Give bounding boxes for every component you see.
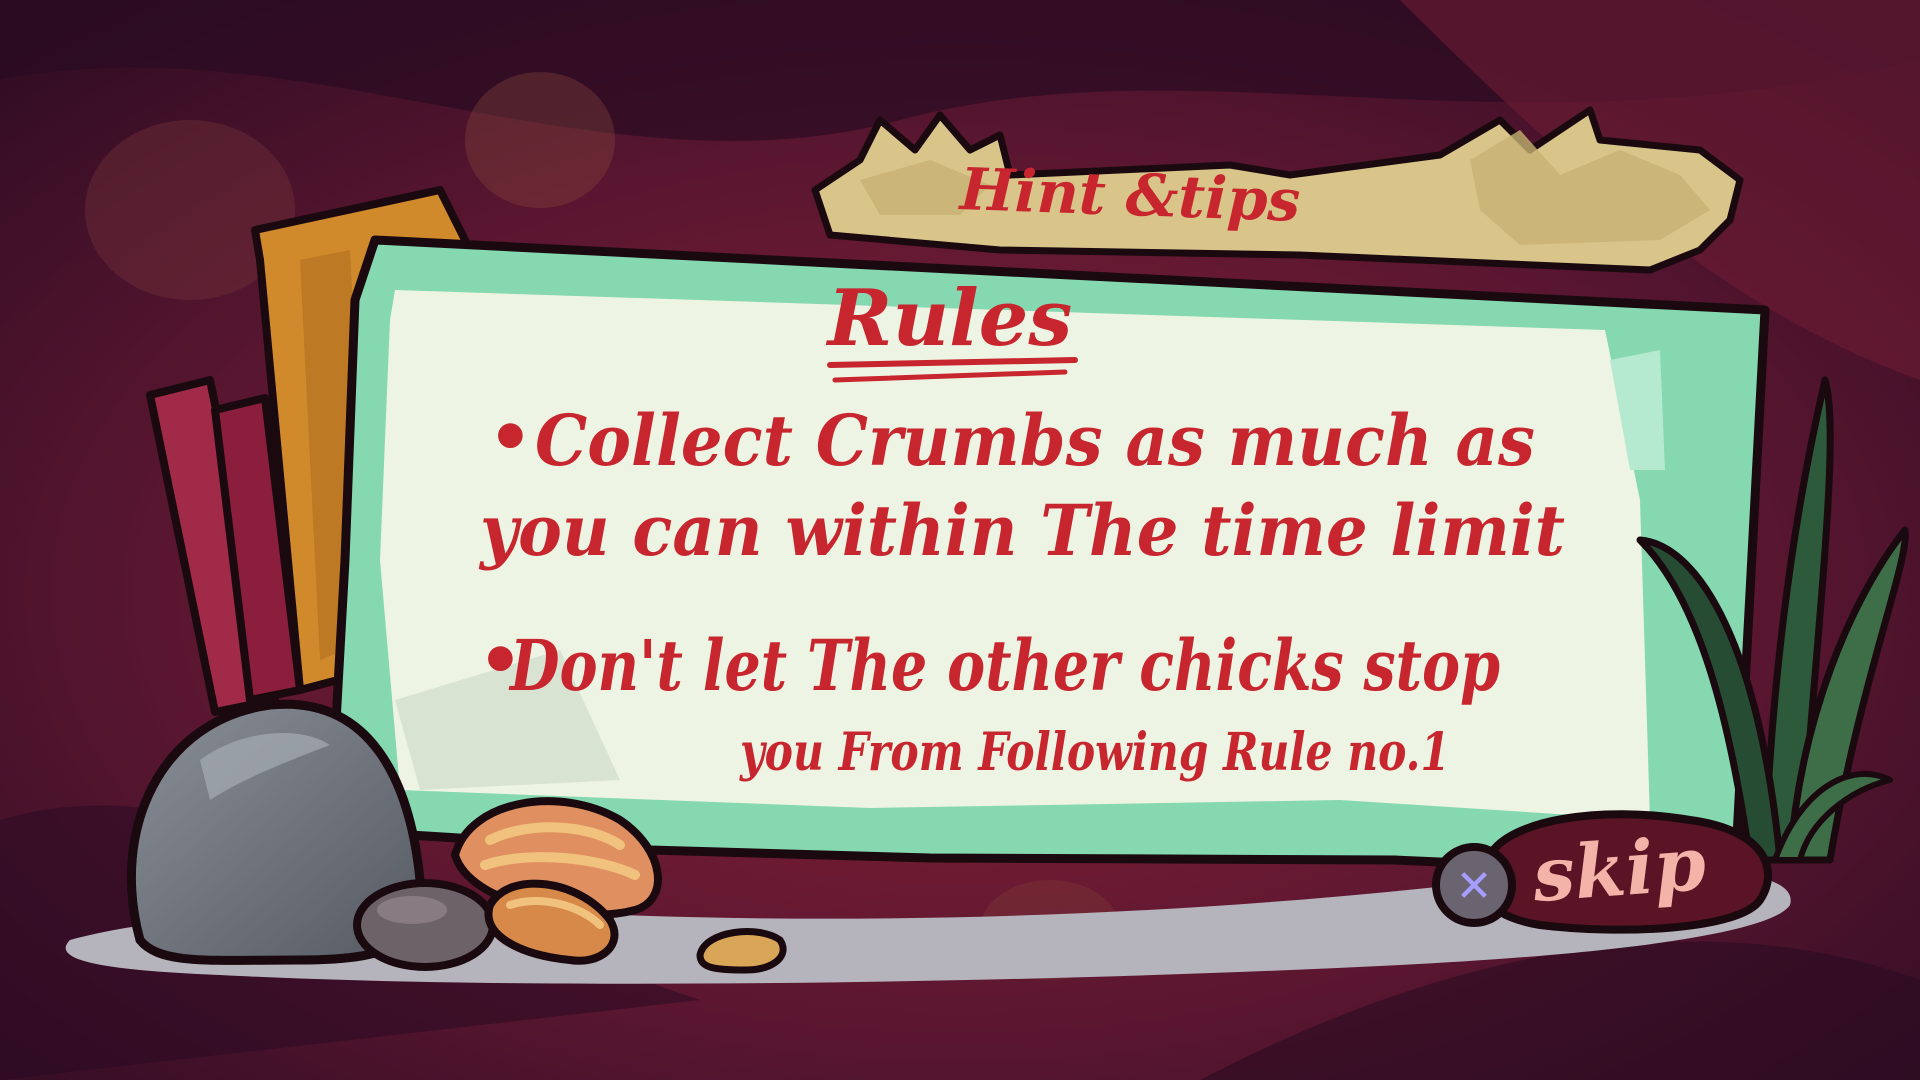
- rule-1-line-2: you can within The time limit: [478, 489, 1565, 572]
- rule-1-line-1: Collect Crumbs as much as: [535, 399, 1535, 482]
- skip-label[interactable]: skip: [1529, 821, 1708, 919]
- rules-board: Rules • Collect Crumbs as much as you ca…: [325, 235, 1770, 880]
- x-button-glyph[interactable]: ✕: [1456, 861, 1493, 912]
- rule-2-line-2: you From Following Rule no.1: [739, 722, 1450, 783]
- rock-icon: [353, 879, 497, 971]
- rule-bullet: •: [488, 396, 533, 479]
- banner-title: Hint &tips: [957, 155, 1302, 235]
- rule-2-line-1: Don't let The other chicks stop: [508, 624, 1500, 707]
- rules-title: Rules: [826, 273, 1073, 364]
- game-scene: Hint &tips Rules • Collect Crumbs as muc…: [0, 0, 1920, 1080]
- seed-icon: [696, 928, 787, 974]
